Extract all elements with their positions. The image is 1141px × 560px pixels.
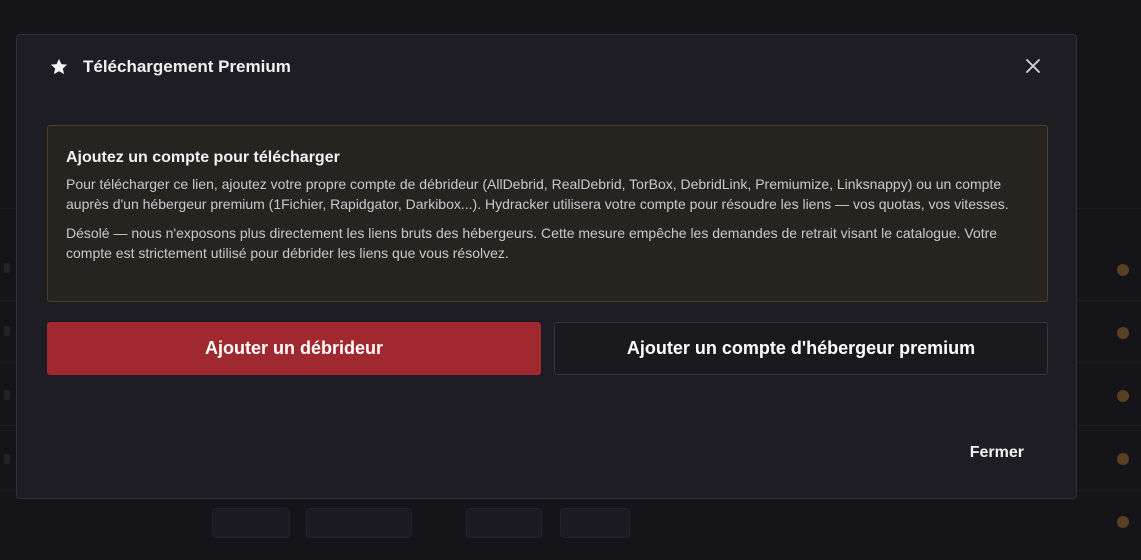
background-mark: [4, 326, 10, 336]
add-premium-host-button[interactable]: Ajouter un compte d'hébergeur premium: [554, 322, 1048, 375]
background-mark: [4, 454, 10, 464]
background-status-dot: [1117, 327, 1129, 339]
background-mark: [4, 263, 10, 273]
background-chip: [306, 508, 412, 538]
dialog-header: Téléchargement Premium: [49, 55, 1044, 79]
notice-paragraph-instructions: Pour télécharger ce lien, ajoutez votre …: [66, 176, 1009, 212]
background-chip: [466, 508, 542, 538]
star-icon: [49, 57, 69, 77]
dialog-title: Téléchargement Premium: [83, 57, 291, 76]
account-required-notice: Ajoutez un compte pour télécharger Pour …: [47, 125, 1048, 302]
add-debrider-button[interactable]: Ajouter un débrideur: [47, 322, 541, 375]
notice-heading: Ajoutez un compte pour télécharger: [66, 149, 340, 166]
notice-paragraph-apology: Désolé — nous n'exposons plus directemen…: [66, 225, 998, 261]
close-icon[interactable]: [1022, 55, 1044, 77]
background-chip: [560, 508, 630, 538]
background-chip: [212, 508, 290, 538]
background-status-dot: [1117, 264, 1129, 276]
close-button[interactable]: Fermer: [970, 444, 1024, 462]
background-status-dot: [1117, 516, 1129, 528]
background-status-dot: [1117, 453, 1129, 465]
premium-download-dialog: Téléchargement Premium Ajoutez un compte…: [16, 34, 1077, 499]
background-mark: [4, 390, 10, 400]
background-status-dot: [1117, 390, 1129, 402]
